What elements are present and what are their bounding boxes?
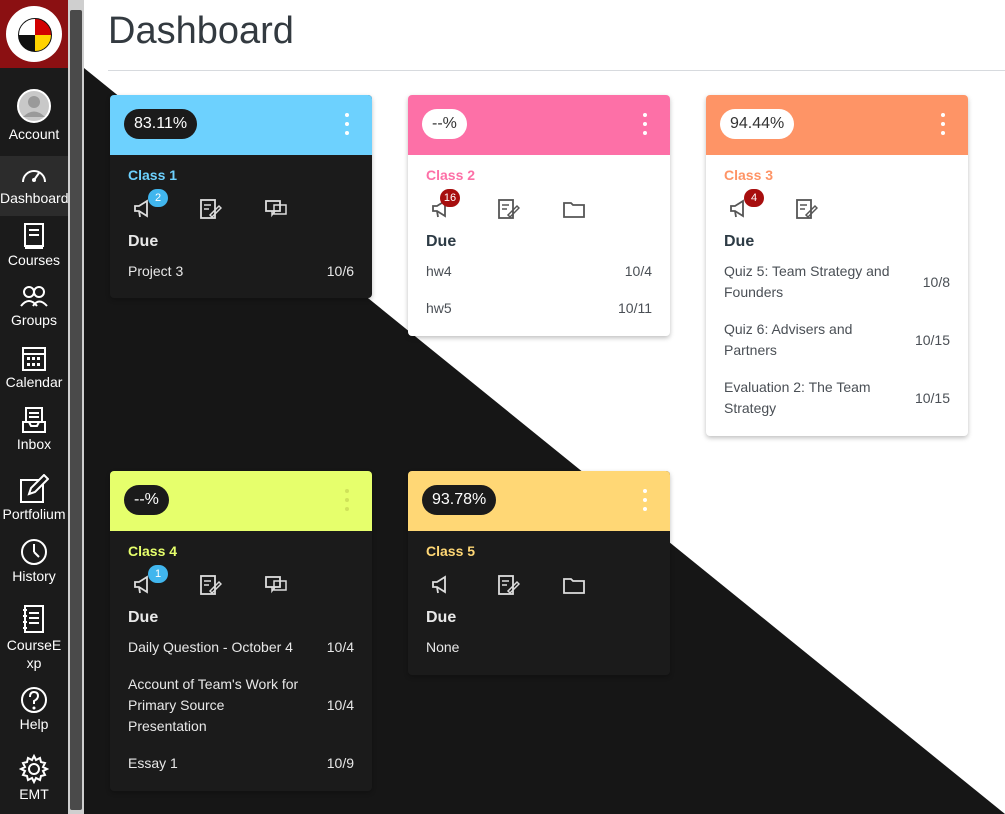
- due-heading: Due: [426, 233, 457, 250]
- due-item[interactable]: Project 3 10/6: [128, 261, 354, 282]
- course-name[interactable]: Class 2: [426, 155, 652, 187]
- card-header[interactable]: 94.44%: [706, 95, 968, 155]
- due-item[interactable]: Quiz 5: Team Strategy and Founders 10/8: [724, 261, 950, 303]
- nav-history[interactable]: History: [0, 538, 68, 584]
- course-card-class-4[interactable]: --% Class 4 1 Due Daily Question - Octob…: [110, 471, 372, 791]
- dashboard-icon: [22, 170, 46, 183]
- header-divider: [108, 70, 1005, 71]
- files-icon[interactable]: [562, 573, 586, 597]
- assignments-icon[interactable]: [794, 197, 818, 221]
- files-icon[interactable]: [562, 197, 586, 221]
- nav-inbox[interactable]: Inbox: [0, 406, 68, 452]
- course-name[interactable]: Class 5: [426, 531, 652, 563]
- nav-dashboard[interactable]: Dashboard: [0, 156, 69, 216]
- nav-portfolium[interactable]: Portfolium: [0, 474, 68, 522]
- card-menu-icon[interactable]: [344, 489, 350, 513]
- history-icon: [21, 539, 47, 565]
- nav-groups[interactable]: Groups: [0, 284, 68, 328]
- page-title: Dashboard: [108, 10, 294, 52]
- nav-label: Account: [8, 126, 60, 142]
- scrollbar-thumb[interactable]: [70, 10, 82, 810]
- help-icon: [21, 687, 47, 713]
- discussions-icon[interactable]: [264, 197, 288, 221]
- card-header[interactable]: 83.11%: [110, 95, 372, 155]
- groups-icon: [20, 286, 48, 307]
- grade-pill: 83.11%: [124, 109, 198, 139]
- courseexp-icon: [23, 605, 44, 633]
- due-item[interactable]: Account of Team's Work for Primary Sourc…: [128, 674, 354, 737]
- course-card-class-2[interactable]: --% Class 2 16 Due hw4 10/4 hw5 10/11: [408, 95, 670, 336]
- assignments-icon[interactable]: [496, 197, 520, 221]
- grade-pill: 94.44%: [720, 109, 795, 139]
- card-header[interactable]: --%: [408, 95, 670, 155]
- due-item: None: [426, 639, 460, 655]
- due-heading: Due: [724, 233, 755, 250]
- nav-label: History: [12, 568, 56, 584]
- nav-emt[interactable]: EMT: [0, 754, 68, 802]
- calendar-icon: [22, 347, 46, 371]
- maryland-seal-icon: [6, 6, 62, 62]
- inbox-icon: [22, 407, 46, 433]
- nav-label: Dashboard: [0, 190, 69, 206]
- nav-label: CourseExp: [6, 637, 62, 671]
- nav-account[interactable]: Account: [0, 88, 68, 148]
- due-heading: Due: [426, 609, 457, 626]
- card-menu-icon[interactable]: [344, 113, 350, 137]
- unread-badge: 4: [744, 189, 764, 207]
- due-heading: Due: [128, 233, 159, 250]
- nav-courses[interactable]: Courses: [0, 222, 68, 268]
- due-item[interactable]: Daily Question - October 4 10/4: [128, 637, 354, 658]
- course-card-class-1[interactable]: 83.11% Class 1 2 Due Project 3 10/6: [110, 95, 372, 298]
- course-card-class-3[interactable]: 94.44% Class 3 4 Due Quiz 5: Team Strate…: [706, 95, 968, 436]
- nav-label: Portfolium: [2, 506, 66, 522]
- nav-label: Courses: [7, 252, 61, 268]
- nav-label: Help: [19, 716, 49, 732]
- discussions-icon[interactable]: [264, 573, 288, 597]
- university-logo[interactable]: [0, 0, 68, 68]
- due-item[interactable]: Quiz 6: Advisers and Partners 10/15: [724, 319, 950, 361]
- emt-icon: [19, 754, 49, 784]
- nav-calendar[interactable]: Calendar: [0, 344, 68, 390]
- due-heading: Due: [128, 609, 159, 626]
- course-name[interactable]: Class 1: [128, 155, 354, 187]
- unread-badge: 16: [440, 189, 460, 207]
- unread-badge: 2: [148, 189, 168, 207]
- due-item[interactable]: hw4 10/4: [426, 261, 652, 282]
- portfolium-icon: [20, 474, 49, 503]
- announcements-icon[interactable]: [430, 573, 454, 597]
- grade-pill: --%: [422, 109, 467, 139]
- assignments-icon[interactable]: [198, 197, 222, 221]
- course-name[interactable]: Class 3: [724, 155, 950, 187]
- card-menu-icon[interactable]: [940, 113, 946, 137]
- card-header[interactable]: --%: [110, 471, 372, 531]
- due-item[interactable]: Evaluation 2: The Team Strategy 10/15: [724, 377, 950, 419]
- unread-badge: 1: [148, 565, 168, 583]
- grade-pill: 93.78%: [422, 485, 497, 515]
- courses-icon: [24, 223, 44, 249]
- nav-help[interactable]: Help: [0, 686, 68, 732]
- due-item[interactable]: Essay 1 10/9: [128, 753, 354, 774]
- due-item[interactable]: hw5 10/11: [426, 298, 652, 319]
- course-card-class-5[interactable]: 93.78% Class 5 Due None: [408, 471, 670, 675]
- account-icon: [17, 89, 51, 123]
- nav-label: Inbox: [16, 436, 52, 452]
- card-menu-icon[interactable]: [642, 489, 648, 513]
- assignments-icon[interactable]: [496, 573, 520, 597]
- nav-label: Groups: [11, 312, 57, 328]
- nav-courseexp[interactable]: CourseExp: [0, 604, 68, 672]
- card-header[interactable]: 93.78%: [408, 471, 670, 531]
- nav-scrollbar[interactable]: [68, 0, 84, 814]
- nav-label: Calendar: [5, 374, 63, 390]
- course-name[interactable]: Class 4: [128, 531, 354, 563]
- grade-pill: --%: [124, 485, 169, 515]
- nav-label: EMT: [19, 786, 49, 802]
- card-menu-icon[interactable]: [642, 113, 648, 137]
- global-nav: Account Dashboard Courses Groups Calenda…: [0, 0, 69, 814]
- assignments-icon[interactable]: [198, 573, 222, 597]
